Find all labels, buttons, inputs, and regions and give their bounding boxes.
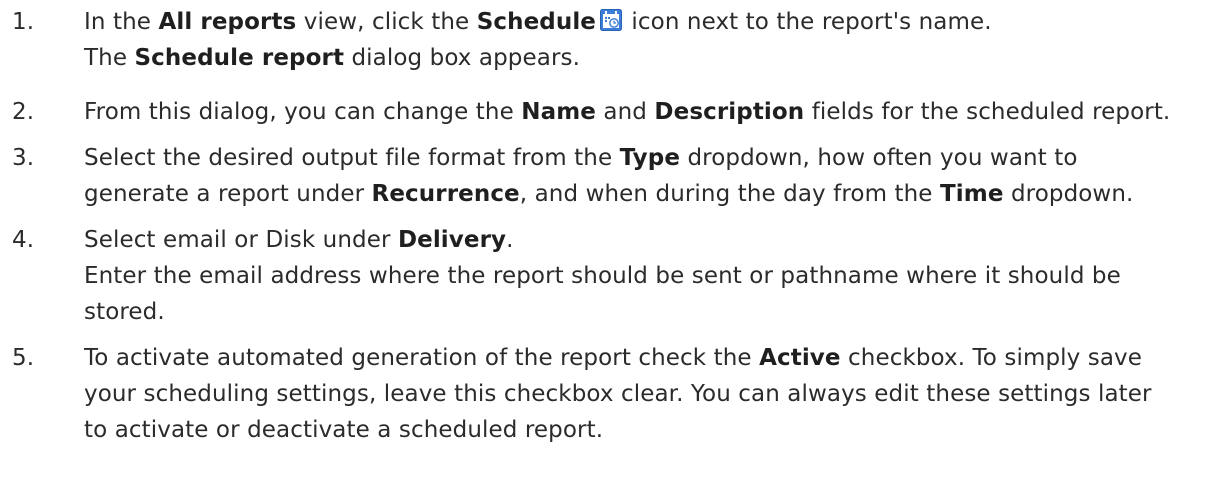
text: dropdown. bbox=[1003, 181, 1134, 207]
text: Select email or Disk under bbox=[84, 227, 398, 253]
ui-term: Active bbox=[759, 345, 841, 371]
step-3: 3. Select the desired output file format… bbox=[0, 140, 1208, 212]
step-1-line-2: The Schedule report dialog box appears. bbox=[84, 40, 1178, 76]
ui-term: Name bbox=[521, 99, 597, 125]
step-1: 1. In the All reports view, click the Sc… bbox=[0, 4, 1208, 84]
ui-term: Recurrence bbox=[371, 181, 520, 207]
step-number: 1. bbox=[12, 9, 35, 35]
text: From this dialog, you can change the bbox=[84, 99, 522, 125]
text: fields for the scheduled report. bbox=[804, 99, 1171, 125]
text: and bbox=[596, 99, 655, 125]
step-text: From this dialog, you can change the Nam… bbox=[84, 94, 1208, 130]
ui-term: All reports bbox=[158, 9, 297, 35]
step-number: 4. bbox=[12, 227, 35, 253]
step-number: 5. bbox=[12, 345, 35, 371]
ui-term: Delivery bbox=[397, 227, 507, 253]
text: To activate automated generation of the … bbox=[84, 345, 760, 371]
ui-term: Time bbox=[939, 181, 1004, 207]
text: Select the desired output file format fr… bbox=[84, 145, 620, 171]
step-1-line-1: In the All reports view, click the Sched… bbox=[84, 4, 1178, 40]
instruction-steps: 1. In the All reports view, click the Sc… bbox=[0, 4, 1208, 448]
ui-term: Schedule bbox=[476, 9, 597, 35]
step-2: 2. From this dialog, you can change the … bbox=[0, 94, 1208, 130]
calendar-clock-icon bbox=[600, 6, 623, 31]
text: , and when during the day from the bbox=[519, 181, 940, 207]
step-4-line-1: Select email or Disk under Delivery. bbox=[84, 222, 1178, 258]
step-number: 3. bbox=[12, 145, 35, 171]
text: dialog box appears. bbox=[344, 45, 580, 71]
text: . bbox=[506, 227, 514, 253]
step-text: In the All reports view, click the Sched… bbox=[84, 4, 1208, 76]
text: The bbox=[84, 45, 135, 71]
ui-term: Description bbox=[654, 99, 805, 125]
step-text: Select the desired output file format fr… bbox=[84, 140, 1208, 212]
step-5: 5. To activate automated generation of t… bbox=[0, 340, 1208, 448]
step-4: 4. Select email or Disk under Delivery. … bbox=[0, 222, 1208, 330]
step-text: To activate automated generation of the … bbox=[84, 340, 1208, 448]
ui-term: Schedule report bbox=[134, 45, 345, 71]
step-4-line-2: Enter the email address where the report… bbox=[84, 263, 1121, 325]
text: view, click the bbox=[296, 9, 477, 35]
step-text: Select email or Disk under Delivery. Ent… bbox=[84, 222, 1208, 330]
ui-term: Type bbox=[619, 145, 681, 171]
step-number: 2. bbox=[12, 99, 35, 125]
text: In the bbox=[84, 9, 159, 35]
text: icon next to the report's name. bbox=[624, 9, 992, 35]
